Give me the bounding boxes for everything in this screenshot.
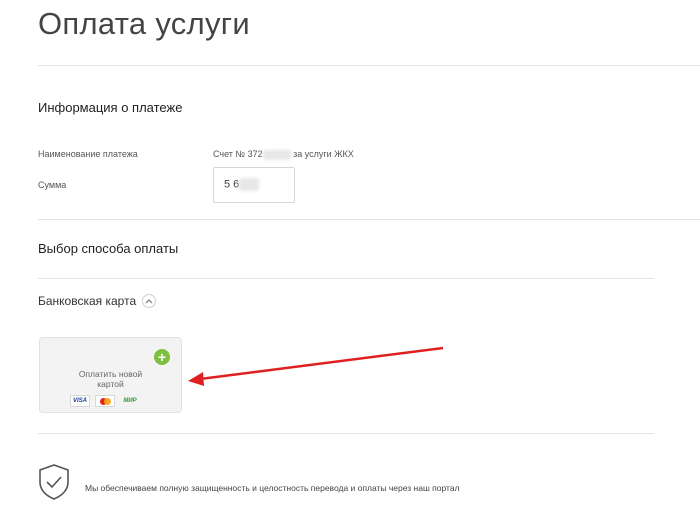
new-card-label: Оплатить новой картой [78, 369, 143, 389]
payment-method-heading: Выбор способа оплаты [38, 241, 179, 256]
payment-name-suffix: за услуги ЖКХ [293, 149, 354, 159]
divider [38, 65, 700, 66]
amount-value: 5 6 [224, 178, 240, 191]
payment-name-value: Счет № 372 за услуги ЖКХ [213, 149, 354, 160]
payment-name-label: Наименование платежа [38, 149, 138, 159]
security-text: Мы обеспечиваем полную защищенность и це… [85, 483, 460, 493]
shield-check-icon [38, 463, 70, 506]
visa-logo-icon: VISA [70, 395, 90, 407]
amount-field[interactable]: 5 6 [213, 167, 295, 203]
red-arrow-annotation [188, 346, 444, 386]
redacted-blur [262, 149, 291, 160]
amount-label: Сумма [38, 180, 67, 190]
bank-card-toggle[interactable]: Банковская карта [38, 294, 157, 308]
redacted-blur [239, 178, 260, 191]
card-logos: VISA МИР [70, 395, 140, 407]
divider [38, 433, 654, 434]
mir-logo-icon: МИР [123, 398, 137, 404]
new-card-button[interactable]: + Оплатить новой картой VISA МИР [39, 337, 182, 413]
plus-circle-icon: + [154, 349, 170, 365]
payment-info-heading: Информация о платеже [38, 100, 183, 115]
divider [38, 278, 654, 279]
chevron-up-icon[interactable] [142, 294, 157, 308]
mastercard-logo-icon [95, 395, 115, 407]
divider [38, 219, 700, 220]
bank-card-label: Банковская карта [38, 294, 137, 308]
page-title: Оплата услуги [38, 6, 251, 41]
payment-name-prefix: Счет № 372 [213, 149, 263, 159]
